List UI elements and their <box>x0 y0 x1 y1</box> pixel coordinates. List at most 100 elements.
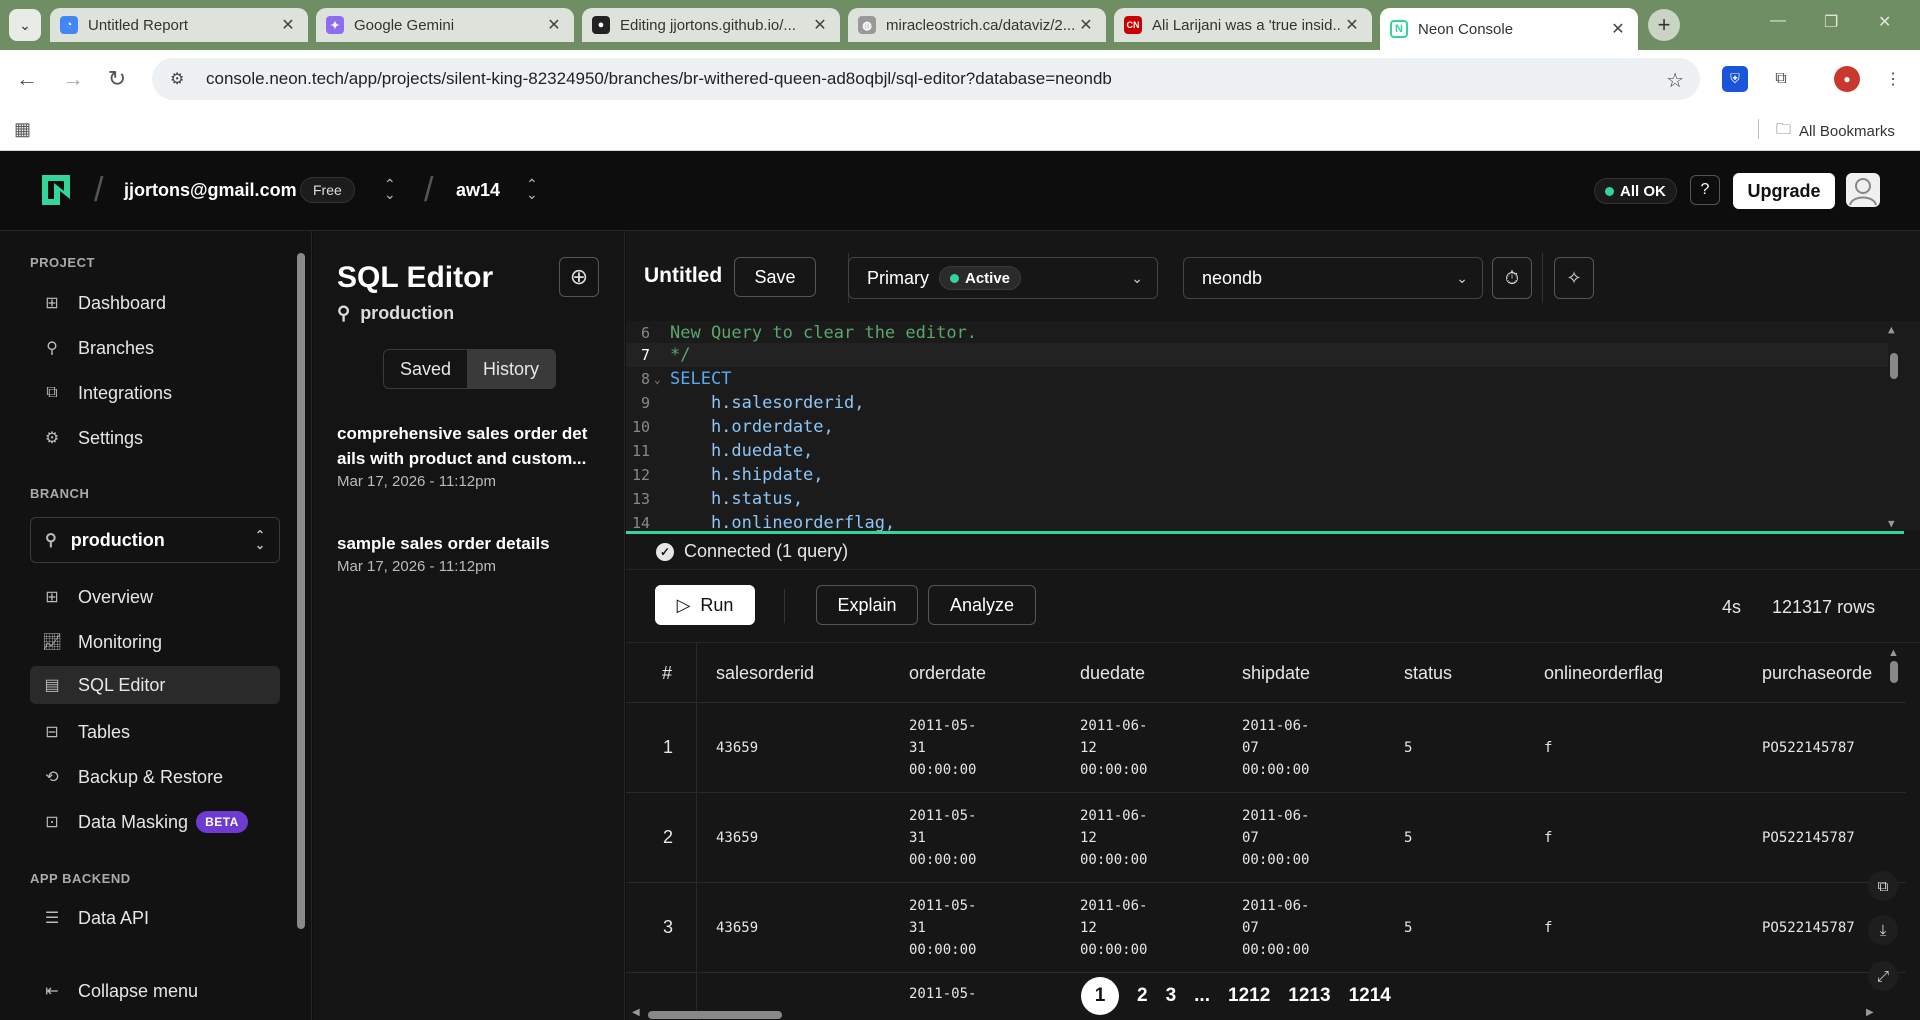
column-header[interactable]: salesorderid <box>716 663 814 684</box>
history-item[interactable]: comprehensive sales order det ails with … <box>337 421 609 490</box>
page-button[interactable]: 1213 <box>1288 985 1330 1007</box>
code-line[interactable]: 14 h.onlineorderflag, <box>626 511 1888 531</box>
tab-search-button[interactable]: ⌄ <box>9 9 41 41</box>
ai-assist-button[interactable]: ✧ <box>1554 257 1594 299</box>
timer-button[interactable]: ⏱ <box>1492 257 1532 299</box>
sidebar-item-data-masking[interactable]: ⊡ Data Masking BETA <box>30 803 280 841</box>
browser-tab[interactable]: ◍ miracleostrich.ca/dataviz/2... ✕ <box>848 8 1106 42</box>
code-line[interactable]: 6 New Query to clear the editor. <box>626 321 1888 345</box>
expand-results-button[interactable]: ⤢ <box>1868 961 1898 991</box>
sidebar-item-dashboard[interactable]: ⊞ Dashboard <box>30 284 280 322</box>
sidebar-item-sql-editor[interactable]: ▤ SQL Editor <box>30 666 280 704</box>
profile-icon[interactable]: ● <box>1834 66 1860 92</box>
run-button[interactable]: ▷ Run <box>655 585 755 625</box>
close-icon[interactable]: ✕ <box>1076 15 1096 35</box>
column-header[interactable]: purchaseorde <box>1762 663 1872 684</box>
code-line[interactable]: 13 h.status, <box>626 487 1888 511</box>
code-line-current[interactable]: 7 */ <box>626 343 1888 367</box>
sidebar-item-backup-restore[interactable]: ⟲ Backup & Restore <box>30 758 280 796</box>
column-header[interactable]: status <box>1404 663 1452 684</box>
collapse-menu-button[interactable]: ⇤ Collapse menu <box>30 972 280 1010</box>
compute-select[interactable]: Primary Active ⌄ <box>848 257 1158 299</box>
reload-icon[interactable]: ↻ <box>102 64 132 94</box>
page-button[interactable]: 1212 <box>1228 985 1270 1007</box>
history-item[interactable]: sample sales order details Mar 17, 2026 … <box>337 531 609 575</box>
site-info-icon[interactable]: ⚙ <box>170 69 192 89</box>
upgrade-button[interactable]: Upgrade <box>1733 173 1835 209</box>
sidebar-scrollbar-thumb[interactable] <box>297 253 305 929</box>
column-header[interactable]: orderdate <box>909 663 986 684</box>
new-tab-button[interactable]: + <box>1648 9 1680 41</box>
table-row[interactable]: 1 43659 2011-05- 31 00:00:00 2011-06- 12… <box>626 703 1906 793</box>
close-icon[interactable]: ✕ <box>1342 15 1362 35</box>
close-icon[interactable]: ✕ <box>544 15 564 35</box>
sidebar-item-monitoring[interactable]: 📈︎ Monitoring <box>30 623 280 661</box>
sidebar-item-data-api[interactable]: ☰ Data API <box>30 899 280 937</box>
column-header[interactable]: shipdate <box>1242 663 1310 684</box>
minimize-icon[interactable]: — <box>1770 12 1786 30</box>
table-row[interactable]: 3 43659 2011-05- 31 00:00:00 2011-06- 12… <box>626 883 1906 973</box>
project-name[interactable]: aw14 <box>456 180 500 201</box>
editor-scrollbar-thumb[interactable] <box>1890 353 1898 379</box>
bookmark-star-icon[interactable]: ☆ <box>1666 68 1684 93</box>
sidebar-item-branches[interactable]: ⚲ Branches <box>30 329 280 367</box>
analyze-button[interactable]: Analyze <box>928 585 1036 625</box>
window-close-icon[interactable]: ✕ <box>1878 12 1891 32</box>
new-query-button[interactable]: ⊕ <box>559 257 599 297</box>
table-row[interactable]: 2 43659 2011-05- 31 00:00:00 2011-06- 12… <box>626 793 1906 883</box>
account-switcher-icon[interactable]: ⌃ ⌄ <box>384 177 396 201</box>
project-switcher-icon[interactable]: ⌃ ⌄ <box>526 177 538 201</box>
scroll-up-icon[interactable]: ▲ <box>1888 647 1899 659</box>
code-editor[interactable]: 6 New Query to clear the editor. 7 */ 8 ⌄… <box>626 321 1920 531</box>
close-icon[interactable]: ✕ <box>1608 19 1628 39</box>
tab-saved[interactable]: Saved <box>384 350 467 388</box>
branch-select[interactable]: ⚲ production ⌃ ⌄ <box>30 517 280 563</box>
download-results-button[interactable]: ⤓ <box>1868 915 1898 945</box>
horizontal-scrollbar-thumb[interactable] <box>648 1011 782 1019</box>
database-select[interactable]: neondb ⌄ <box>1183 257 1483 299</box>
explain-button[interactable]: Explain <box>816 585 918 625</box>
all-bookmarks-button[interactable]: 🗀 All Bookmarks <box>1776 119 1895 144</box>
page-button[interactable]: 3 <box>1166 985 1177 1007</box>
code-line[interactable]: 12 h.shipdate, <box>626 463 1888 487</box>
bitwarden-icon[interactable]: ⛨ <box>1722 66 1748 92</box>
browser-menu-icon[interactable]: ⋮ <box>1880 66 1906 92</box>
query-title[interactable]: Untitled <box>644 264 722 288</box>
close-icon[interactable]: ✕ <box>810 15 830 35</box>
browser-tab-active[interactable]: N Neon Console ✕ <box>1380 8 1638 50</box>
sidebar-item-integrations[interactable]: ⧉ Integrations <box>30 374 280 412</box>
browser-tab[interactable]: ● Editing jjortons.github.io/... ✕ <box>582 8 840 42</box>
account-email[interactable]: jjortons@gmail.com <box>124 180 297 201</box>
column-header[interactable]: onlineorderflag <box>1544 663 1663 684</box>
page-button[interactable]: 2 <box>1137 985 1148 1007</box>
close-icon[interactable]: ✕ <box>278 15 298 35</box>
browser-tab[interactable]: ✦ Google Gemini ✕ <box>316 8 574 42</box>
back-icon[interactable]: ← <box>12 64 42 94</box>
code-line[interactable]: 9 h.salesorderid, <box>626 391 1888 415</box>
apps-grid-icon[interactable]: ▦ <box>14 119 31 140</box>
browser-tab[interactable]: CN Ali Larijani was a 'true insid... ✕ <box>1114 8 1372 42</box>
copy-results-button[interactable]: ⧉ <box>1868 871 1898 901</box>
scroll-left-icon[interactable]: ◀ <box>632 1007 640 1018</box>
scroll-up-icon[interactable]: ▲ <box>1888 323 1895 336</box>
sidebar-item-overview[interactable]: ⊞ Overview <box>30 578 280 616</box>
avatar[interactable] <box>1846 173 1880 207</box>
table-scrollbar-thumb[interactable] <box>1890 661 1898 683</box>
sidebar-item-settings[interactable]: ⚙ Settings <box>30 419 280 457</box>
scroll-down-icon[interactable]: ▼ <box>1888 517 1895 530</box>
code-line[interactable]: 11 h.duedate, <box>626 439 1888 463</box>
neon-logo-icon[interactable] <box>40 173 72 207</box>
code-line[interactable]: 10 h.orderdate, <box>626 415 1888 439</box>
system-status-badge[interactable]: All OK <box>1594 178 1677 204</box>
table-horizontal-scrollbar[interactable]: ◀ ▶ <box>626 1007 1920 1020</box>
browser-tab[interactable]: ◔ Untitled Report ✕ <box>50 8 308 42</box>
page-button[interactable]: 1214 <box>1349 985 1391 1007</box>
column-header[interactable]: duedate <box>1080 663 1145 684</box>
scroll-right-icon[interactable]: ▶ <box>1866 1007 1874 1018</box>
tab-history[interactable]: History <box>467 350 556 388</box>
restore-icon[interactable]: ❐ <box>1824 12 1838 32</box>
fold-chevron-icon[interactable]: ⌄ <box>654 373 668 386</box>
help-button[interactable]: ? <box>1690 175 1720 205</box>
save-button[interactable]: Save <box>734 257 816 297</box>
column-header[interactable]: # <box>662 663 672 684</box>
